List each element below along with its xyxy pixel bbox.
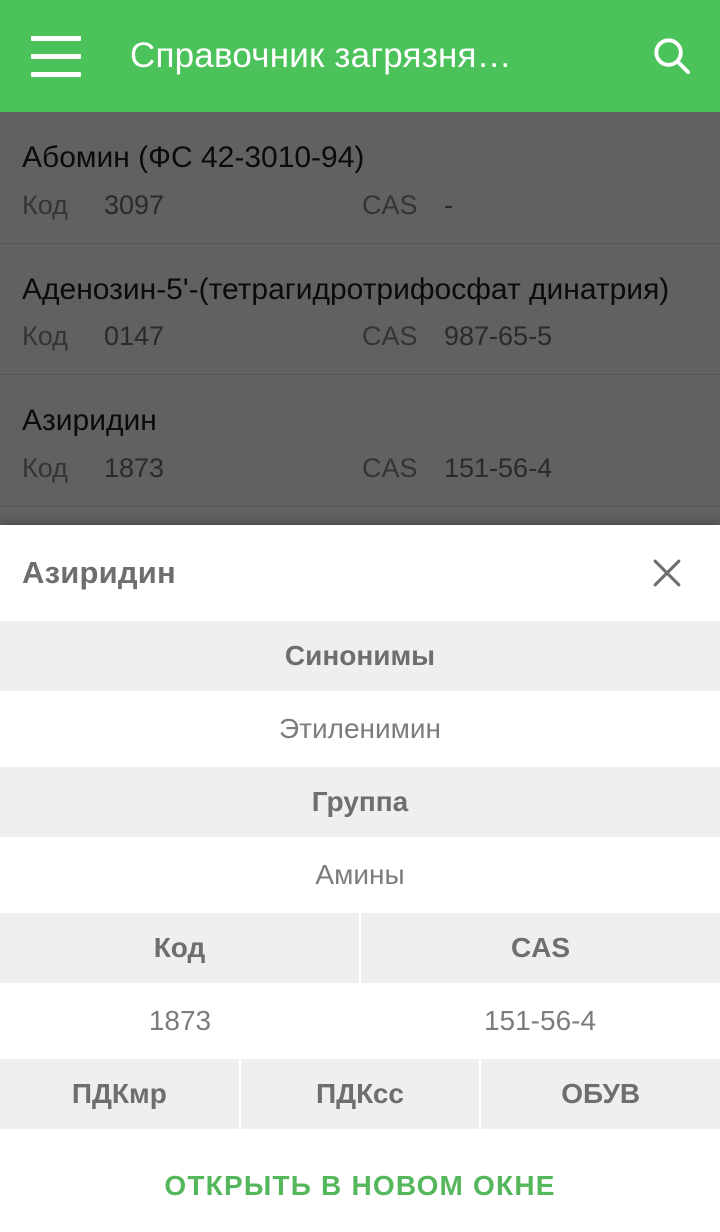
hamburger-menu-icon[interactable] [0,0,112,112]
list-item-cas-value: 151-56-4 [444,452,553,483]
list-item-code-value: 1873 [104,452,165,483]
obuv-value [480,1129,720,1140]
page-title: Справочник загрязня… [130,36,512,75]
obuv-header: ОБУВ [561,1078,641,1109]
list-item-cas-label: CAS [362,452,418,483]
detail-dialog: Азиридин Синонимы Этиленимин Группа Амин… [0,525,720,1232]
dialog-title: Азиридин [22,555,176,590]
dialog-body: Синонимы Этиленимин Группа Амины Код CAS… [0,621,720,1140]
list-item[interactable]: Аденозин-5'-(тетрагидротрифосфат динатри… [0,244,720,376]
list-item-meta: Код 1873 CAS 151-56-4 [22,453,698,484]
list-item-meta: Код 3097 CAS - [22,190,698,221]
code-cas-value-row: 1873 151-56-4 [0,983,720,1059]
list-item-code-value: 0147 [104,321,165,352]
list-item-title: Абомин (ФС 42-3010-94) [22,141,365,174]
search-glyph [654,38,691,75]
list-item-title: Азиридин [22,404,157,438]
list-item[interactable]: Абомин (ФС 42-3010-94) Код 3097 CAS - [0,112,720,244]
group-value: Амины [315,859,405,890]
cas-value: 151-56-4 [483,1005,597,1036]
group-header-row: Группа [0,767,720,837]
menu-bar-2 [31,53,81,59]
list-item-cas-value: - [444,189,453,220]
limits-value-row [0,1129,720,1140]
synonyms-header-row: Синонимы [0,621,720,691]
cas-header: CAS [510,932,571,963]
code-cas-header-row: Код CAS [0,913,720,983]
group-value-row: Амины [0,837,720,913]
app-bar: Справочник загрязня… [0,0,720,112]
list-item-code-label: Код [22,452,68,483]
code-value: 1873 [148,1005,212,1036]
code-header: Код [0,913,361,983]
pdkss-header: ПДКсс [241,1059,482,1129]
list-item-cas-label: CAS [362,321,418,352]
list-item-cas-label: CAS [362,189,418,220]
close-icon[interactable] [636,542,698,604]
list-item-cas-value: 987-65-5 [444,321,553,352]
group-header: Группа [311,786,409,817]
dialog-footer: ОТКРЫТЬ В НОВОМ ОКНЕ [0,1140,720,1232]
list-item-code-label: Код [22,189,68,220]
pdkss-value [240,1129,480,1140]
list-item-meta: Код 0147 CAS 987-65-5 [22,321,698,352]
list-item-code-label: Код [22,321,68,352]
synonyms-value-row: Этиленимин [0,691,720,767]
close-glyph [653,559,681,587]
dialog-header: Азиридин [0,525,720,621]
list-item[interactable]: Азиридин Код 1873 CAS 151-56-4 [0,375,720,507]
list-item-code-value: 3097 [104,189,165,220]
synonyms-header: Синонимы [284,640,436,671]
pdkmr-value [0,1129,240,1140]
menu-bar-1 [31,35,81,41]
synonyms-value: Этиленимин [279,713,441,744]
menu-bar-3 [31,71,81,77]
pdkmr-header: ПДКмр [0,1059,241,1129]
search-icon[interactable] [624,0,720,112]
open-in-new-window-button[interactable]: ОТКРЫТЬ В НОВОМ ОКНЕ [146,1160,573,1212]
list-item-title: Аденозин-5'-(тетрагидротрифосфат динатри… [22,272,670,306]
limits-header-row: ПДКмр ПДКсс ОБУВ [0,1059,720,1129]
